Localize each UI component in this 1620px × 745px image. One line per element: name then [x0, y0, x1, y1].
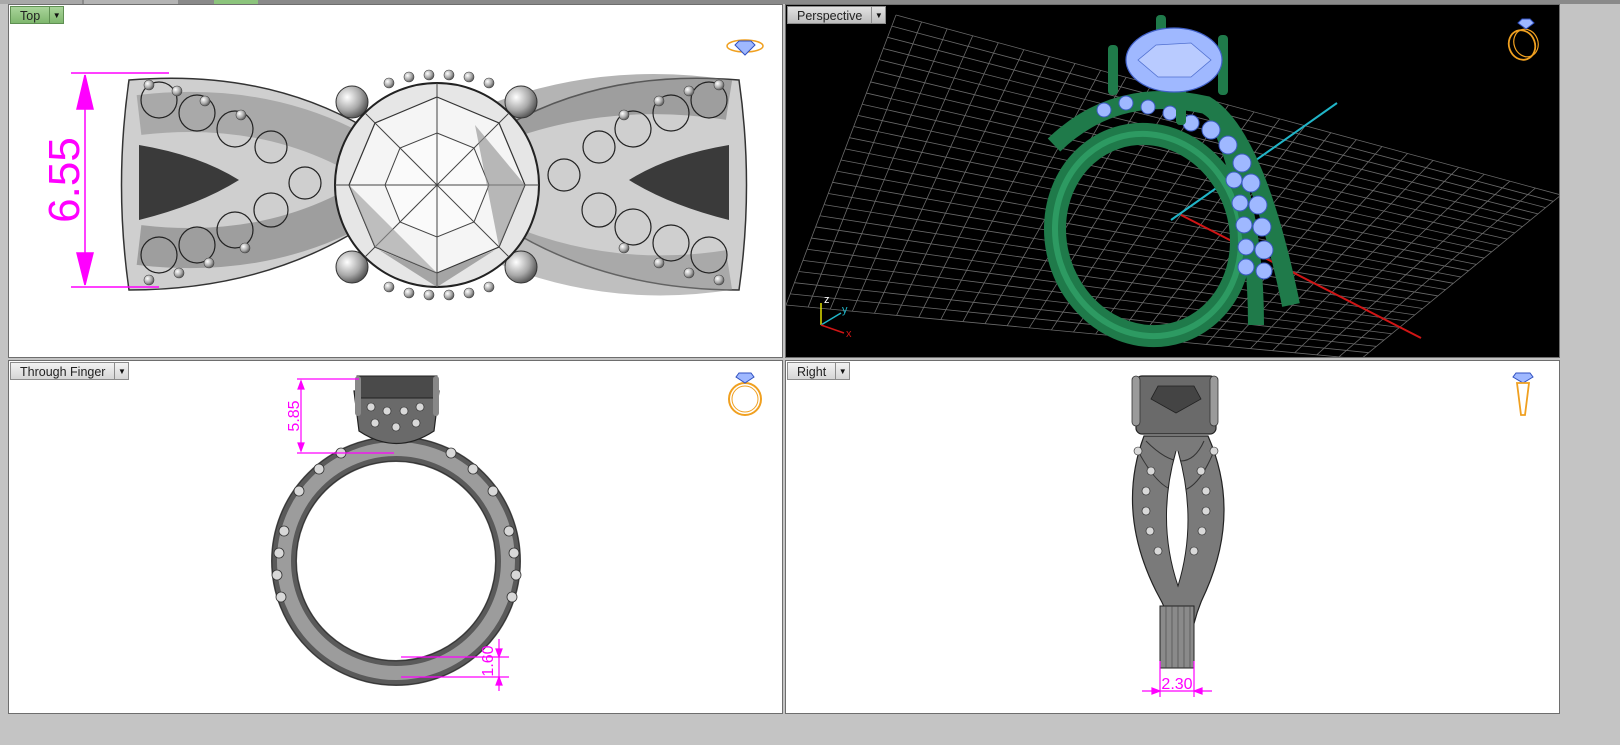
- dimension-label-shank-width: 2.30: [1161, 676, 1192, 693]
- ring-front-icon: [728, 372, 762, 416]
- dimension-label-width: 6.55: [40, 137, 89, 223]
- viewport-tab-right[interactable]: Right ▼: [787, 362, 851, 380]
- axis-label-z: z: [824, 294, 830, 306]
- viewport-tab-through-finger[interactable]: Through Finger ▼: [10, 362, 130, 380]
- viewport-label-through-finger[interactable]: Through Finger: [10, 362, 115, 380]
- dimension-label-head-height: 5.85: [286, 400, 303, 431]
- chevron-down-icon[interactable]: ▼: [114, 362, 130, 380]
- ring-top-view-render: 6.55: [40, 69, 748, 301]
- axis-label-y: y: [842, 304, 848, 316]
- viewport-perspective[interactable]: z y x Perspective ▼: [785, 4, 1560, 358]
- viewport-tab-top[interactable]: Top ▼: [10, 6, 65, 24]
- viewport-through-finger[interactable]: 5.85 1.60 Through Finger ▼: [8, 360, 783, 714]
- ring-side-icon: [1512, 372, 1534, 416]
- ring-top-icon: [726, 39, 764, 56]
- ring-front-view-render: 5.85 1.60: [271, 375, 522, 691]
- axis-label-x: x: [846, 328, 852, 340]
- viewport-top[interactable]: 6.55 Top ▼: [8, 4, 783, 358]
- viewport-right[interactable]: 2.30 Right ▼: [785, 360, 1560, 714]
- viewport-label-right[interactable]: Right: [787, 362, 836, 380]
- viewport-tab-perspective[interactable]: Perspective ▼: [787, 6, 887, 24]
- ring-perspective-render: z y x: [786, 14, 1559, 357]
- chevron-down-icon[interactable]: ▼: [871, 6, 887, 24]
- ring-perspective-icon: [1507, 18, 1539, 61]
- chevron-down-icon[interactable]: ▼: [49, 6, 65, 24]
- viewport-label-perspective[interactable]: Perspective: [787, 6, 872, 24]
- ring-side-view-render: 2.30: [1131, 375, 1225, 697]
- viewport-label-top[interactable]: Top: [10, 6, 50, 24]
- chevron-down-icon[interactable]: ▼: [835, 362, 851, 380]
- dimension-label-band-thickness: 1.60: [480, 645, 497, 676]
